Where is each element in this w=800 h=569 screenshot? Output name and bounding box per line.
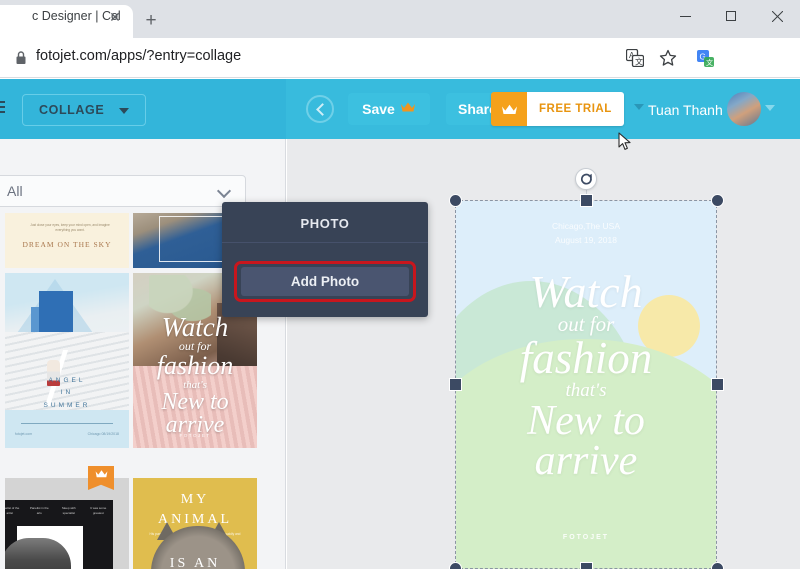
resize-handle-middle-right[interactable] — [711, 378, 724, 391]
template-line-3: fashion — [156, 351, 234, 381]
back-button[interactable] — [306, 95, 334, 123]
template-watermark: FOTOJET — [179, 433, 211, 438]
template-line-1: MY — [180, 492, 210, 507]
list-item[interactable]: Just close your eyes, keep your mind ope… — [5, 213, 129, 268]
resize-handle-middle-left[interactable] — [449, 378, 462, 391]
template-headers: Panelist of the artist Panelist in the a… — [5, 506, 113, 516]
svg-text:文: 文 — [635, 57, 643, 67]
template-title: DREAM ON THE SKY — [22, 240, 112, 249]
window-controls — [662, 0, 800, 32]
template-title-line1: ANGEL — [48, 376, 86, 384]
caret-down-icon[interactable] — [634, 104, 644, 110]
browser-window: c Designer | Collag ✕ + fotojet.com/apps… — [0, 0, 800, 569]
tab-close-icon[interactable]: ✕ — [107, 9, 123, 25]
chevron-down-icon — [216, 183, 232, 199]
list-item[interactable]: MY ANIMAL His purrific personality has s… — [133, 478, 257, 569]
template-title: ANGEL IN SUMMER — [5, 375, 129, 412]
resize-handle-top-right[interactable] — [711, 194, 724, 207]
template-line-1: Watch — [161, 312, 229, 342]
maximize-button[interactable] — [708, 0, 754, 32]
template-header-2: Sleep with specialist — [61, 506, 76, 515]
translate-icon[interactable]: A 文 — [624, 47, 646, 69]
resize-handle-bottom-left[interactable] — [449, 562, 462, 569]
template-header-3: It was some greatest — [90, 506, 107, 515]
user-name: Tuan Thanh — [648, 102, 723, 118]
free-trial-button[interactable]: FREE TRIAL — [491, 92, 624, 126]
chevron-down-icon — [119, 108, 129, 114]
close-icon — [771, 10, 783, 22]
template-title-line3: SUMMER — [43, 401, 91, 409]
category-filter-value: All — [7, 183, 23, 199]
lock-icon — [14, 50, 28, 66]
template-line-5: New to — [161, 388, 229, 415]
template-line-3: IS AN — [169, 556, 221, 569]
template-meta-right: Chicago 08/19/2018 — [87, 432, 119, 436]
template-meta-left: fotojet.com — [15, 432, 33, 436]
template-divider — [21, 423, 113, 424]
photo-popup-title: PHOTO — [300, 216, 350, 231]
star-icon[interactable] — [657, 47, 679, 69]
url-text: fotojet.com/apps/?entry=collage — [36, 48, 242, 64]
save-button[interactable]: Save — [348, 93, 430, 125]
template-card: Panelist of the artist Panelist in the a… — [5, 500, 113, 569]
minimize-button[interactable] — [662, 0, 708, 32]
crown-icon — [491, 92, 527, 126]
template-title-line2: IN — [60, 389, 74, 397]
minimize-icon — [679, 15, 691, 17]
svg-text:文: 文 — [706, 58, 713, 67]
resize-handle-top-center[interactable] — [580, 194, 593, 207]
category-filter-select[interactable]: All — [0, 175, 246, 207]
free-trial-label: FREE TRIAL — [527, 92, 624, 126]
resize-handle-bottom-right[interactable] — [711, 562, 724, 569]
resize-handle-bottom-center[interactable] — [580, 562, 593, 569]
user-avatar[interactable] — [727, 92, 761, 126]
user-menu-caret-icon[interactable] — [765, 105, 775, 111]
resize-handle-top-left[interactable] — [449, 194, 462, 207]
template-script-text: Watch out for fashion that's New to arri… — [133, 312, 257, 436]
template-caption: Just close your eyes, keep your mind ope… — [30, 223, 110, 232]
list-item[interactable]: Panelist of the artist Panelist in the a… — [5, 478, 129, 569]
close-button[interactable] — [754, 0, 800, 32]
divider — [222, 242, 428, 243]
add-photo-highlight-annotation — [234, 261, 416, 302]
browser-omnibox[interactable]: fotojet.com/apps/?entry=collage A 文 G 文 — [0, 38, 800, 109]
hamburger-icon[interactable] — [0, 101, 5, 116]
selection-box — [455, 200, 717, 569]
save-button-label: Save — [362, 101, 395, 117]
mode-collage-label: COLLAGE — [39, 103, 105, 117]
new-tab-icon[interactable]: + — [140, 10, 162, 32]
maximize-icon — [726, 11, 736, 21]
window-title-bar: c Designer | Collag ✕ + — [0, 0, 800, 38]
mode-collage-button[interactable]: COLLAGE — [22, 94, 146, 126]
template-header-0: Panelist of the artist — [5, 506, 20, 515]
list-item[interactable]: ANGEL IN SUMMER fotojet.com Chicago 08/1… — [5, 273, 129, 448]
template-header-1: Panelist in the arts — [29, 506, 49, 515]
extension-icon[interactable]: G 文 — [694, 47, 716, 69]
rotate-icon[interactable] — [575, 168, 597, 190]
template-meta: fotojet.com Chicago 08/19/2018 — [15, 432, 119, 436]
crown-icon — [400, 100, 416, 118]
